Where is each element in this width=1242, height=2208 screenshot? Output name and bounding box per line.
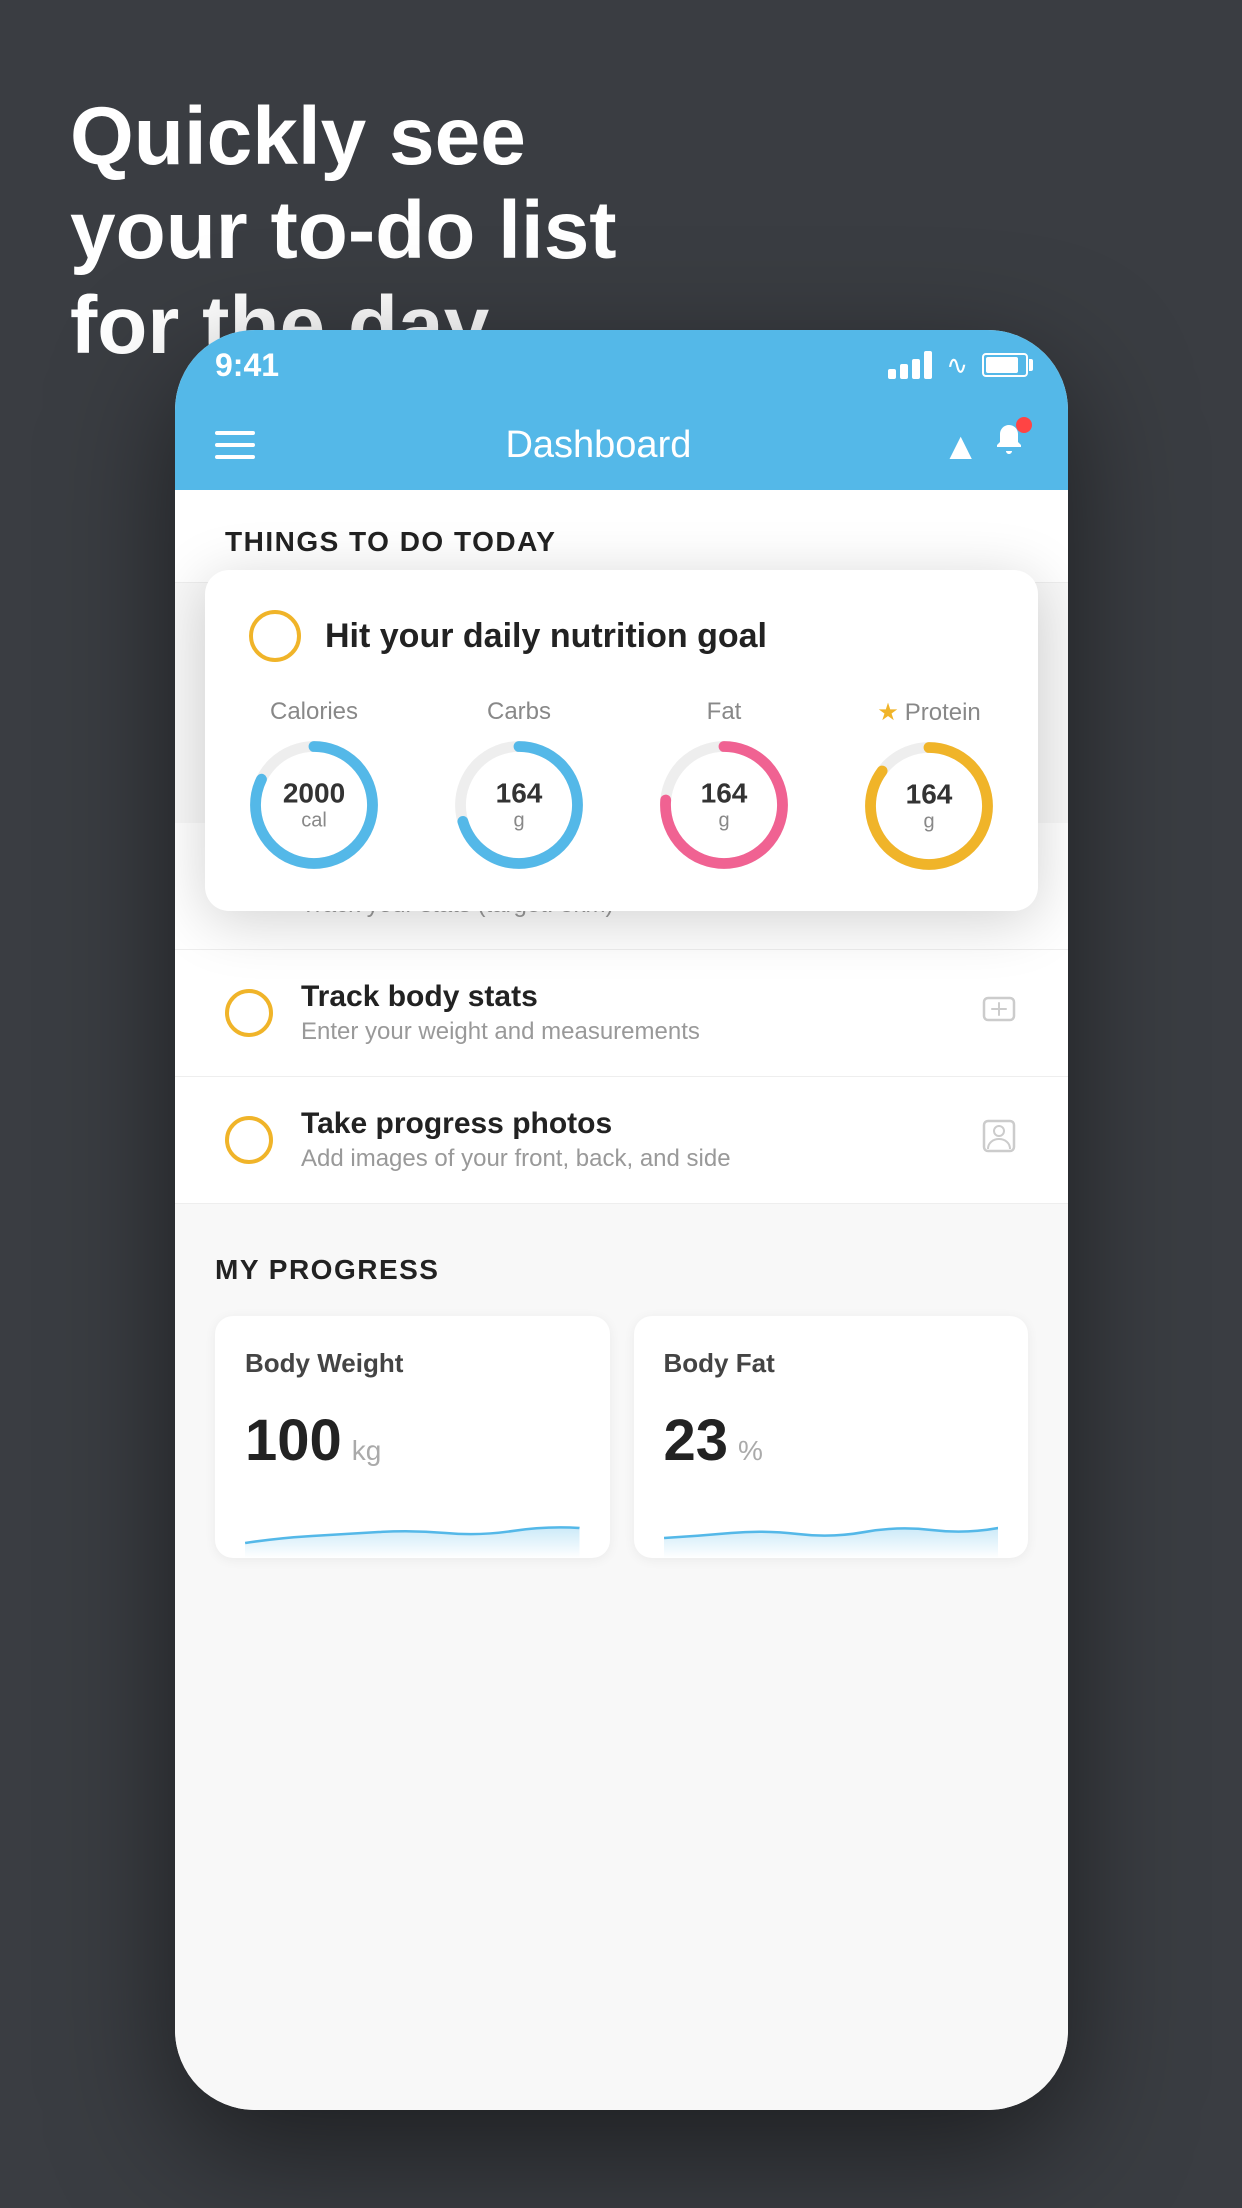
todo-item-body-stats[interactable]: Track body stats Enter your weight and m…: [175, 950, 1068, 1077]
body-stats-subtitle: Enter your weight and measurements: [301, 1018, 952, 1046]
nutrition-circle-check: [249, 610, 301, 662]
fat-ring-item: Fat 164 g: [659, 698, 789, 870]
protein-unit: g: [906, 810, 953, 832]
scale-icon: [980, 990, 1018, 1037]
todo-item-progress-photos[interactable]: Take progress photos Add images of your …: [175, 1077, 1068, 1204]
protein-star-icon: ★: [877, 698, 899, 727]
body-weight-value-row: 100 kg: [245, 1407, 580, 1474]
hero-line2: your to-do list: [70, 184, 617, 278]
carbs-ring-container: 164 g: [454, 740, 584, 870]
calories-value: 2000: [283, 779, 345, 810]
my-progress-section: MY PROGRESS Body Weight 100 kg: [175, 1204, 1068, 1598]
notification-bell[interactable]: ▲: [942, 421, 1028, 469]
body-stats-circle: [225, 989, 273, 1037]
body-fat-card: Body Fat 23 %: [634, 1316, 1029, 1558]
protein-value: 164: [906, 780, 953, 811]
nutrition-card-title: Hit your daily nutrition goal: [325, 617, 767, 656]
progress-photos-circle: [225, 1116, 273, 1164]
body-fat-value-row: 23 %: [664, 1407, 999, 1474]
fat-label: Fat: [707, 698, 742, 726]
calories-unit: cal: [283, 809, 345, 831]
my-progress-title: MY PROGRESS: [215, 1254, 1028, 1286]
body-weight-chart: [245, 1498, 580, 1558]
status-bar: 9:41 ∿: [175, 330, 1068, 400]
progress-cards: Body Weight 100 kg: [215, 1316, 1028, 1558]
fat-unit: g: [701, 809, 748, 831]
progress-photos-text: Take progress photos Add images of your …: [301, 1107, 952, 1173]
body-fat-chart: [664, 1498, 999, 1558]
body-fat-card-title: Body Fat: [664, 1348, 999, 1379]
person-icon: [980, 1117, 1018, 1164]
protein-ring-container: 164 g: [864, 741, 994, 871]
calories-label: Calories: [270, 698, 358, 726]
nutrition-rings: Calories 2000 cal Carbs: [249, 698, 994, 871]
fat-value: 164: [701, 779, 748, 810]
calories-ring-container: 2000 cal: [249, 740, 379, 870]
body-fat-unit: %: [738, 1435, 763, 1467]
status-icons: ∿: [888, 350, 1028, 381]
body-weight-card: Body Weight 100 kg: [215, 1316, 610, 1558]
hamburger-menu[interactable]: [215, 431, 255, 459]
carbs-ring-item: Carbs 164 g: [454, 698, 584, 870]
battery-icon: [982, 353, 1028, 377]
body-stats-text: Track body stats Enter your weight and m…: [301, 980, 952, 1046]
body-weight-card-title: Body Weight: [245, 1348, 580, 1379]
hero-line1: Quickly see: [70, 90, 617, 184]
protein-label: ★ Protein: [877, 698, 981, 727]
carbs-unit: g: [496, 809, 543, 831]
content-area: THINGS TO DO TODAY Hit your daily nutrit…: [175, 490, 1068, 2110]
body-stats-title: Track body stats: [301, 980, 952, 1014]
phone-frame: 9:41 ∿ Dashboard ▲ THINGS TO DO TODAY: [175, 330, 1068, 2110]
body-fat-number: 23: [664, 1407, 729, 1474]
signal-icon: [888, 351, 932, 379]
wifi-icon: ∿: [946, 350, 968, 381]
status-time: 9:41: [215, 347, 279, 384]
progress-photos-subtitle: Add images of your front, back, and side: [301, 1145, 952, 1173]
nav-bar: Dashboard ▲: [175, 400, 1068, 490]
nav-title: Dashboard: [505, 424, 691, 467]
body-weight-number: 100: [245, 1407, 342, 1474]
body-weight-unit: kg: [352, 1435, 382, 1467]
carbs-label: Carbs: [487, 698, 551, 726]
fat-ring-container: 164 g: [659, 740, 789, 870]
carbs-value: 164: [496, 779, 543, 810]
calories-ring-item: Calories 2000 cal: [249, 698, 379, 870]
protein-ring-item: ★ Protein 164 g: [864, 698, 994, 871]
notification-dot: [1016, 417, 1032, 433]
progress-photos-title: Take progress photos: [301, 1107, 952, 1141]
nutrition-card: Hit your daily nutrition goal Calories 2…: [205, 570, 1038, 911]
